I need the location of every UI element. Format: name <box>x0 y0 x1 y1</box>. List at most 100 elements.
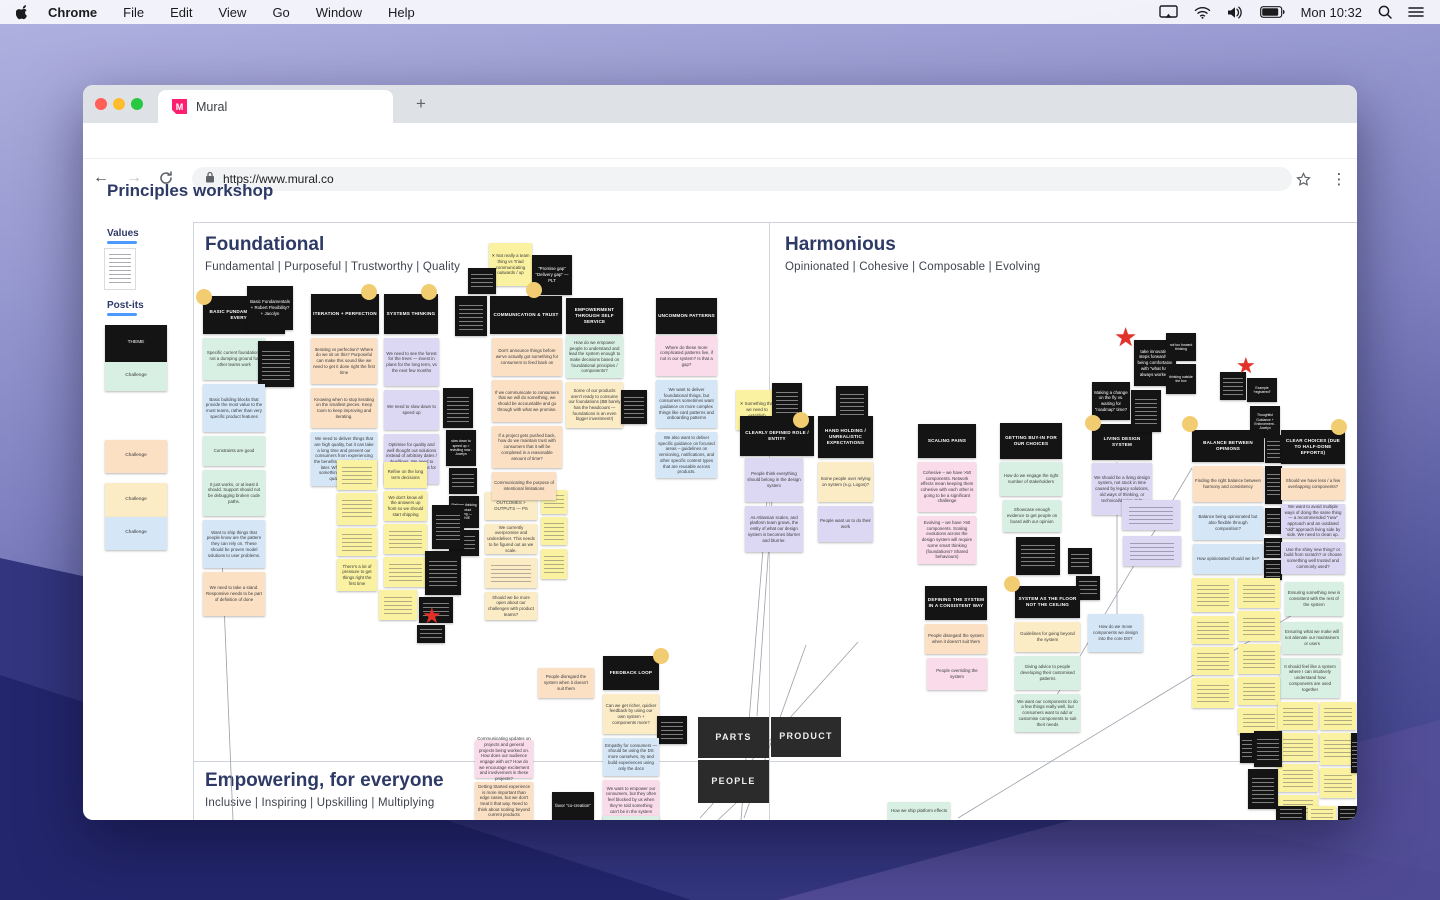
theme-note[interactable]: COMMUNICATION & TRUST <box>490 296 562 334</box>
sticky-note[interactable] <box>384 524 427 554</box>
sticky-note[interactable] <box>603 816 659 820</box>
sticky-note[interactable]: How do we engage the right number of sta… <box>1000 462 1062 496</box>
sticky-note[interactable] <box>1338 806 1357 820</box>
sticky-note[interactable]: Balance being opinionated but also flexi… <box>1193 506 1263 540</box>
postit-template-theme[interactable]: THEME <box>105 325 167 362</box>
sticky-note[interactable]: Showcase enough evidence to get people o… <box>1003 500 1061 532</box>
sticky-note[interactable]: favor “co-creation” <box>552 792 594 820</box>
sticky-note[interactable] <box>621 390 647 424</box>
sticky-note[interactable]: Don't announce things before we've actua… <box>492 338 562 376</box>
amber-dot-marker[interactable] <box>361 284 377 300</box>
sticky-note[interactable] <box>541 549 567 579</box>
sticky-note[interactable] <box>443 388 473 428</box>
sticky-note[interactable]: slow down to speed up > revisiting now -… <box>446 430 476 466</box>
volume-icon[interactable] <box>1227 6 1244 19</box>
sticky-note[interactable]: There's a lot of pressure to get things … <box>337 559 377 591</box>
sticky-note[interactable]: We want our components to do a few thing… <box>1015 694 1080 732</box>
sticky-note[interactable] <box>468 268 496 294</box>
sticky-note[interactable] <box>1278 733 1318 761</box>
sticky-note[interactable] <box>1238 611 1280 641</box>
amber-dot-marker[interactable] <box>421 284 437 300</box>
sticky-note[interactable] <box>425 551 461 595</box>
sticky-note[interactable]: Giving advice to people developing their… <box>1015 656 1080 690</box>
theme-note[interactable]: HAND HOLDING / UNREALISTIC EXPECTATIONS <box>818 416 873 458</box>
sticky-note[interactable]: Iterating vs perfection? Where do we sit… <box>311 338 377 384</box>
sticky-note[interactable] <box>1131 390 1161 432</box>
sticky-note[interactable]: If we communicate to consumers that we w… <box>492 380 562 422</box>
sticky-note[interactable]: Example “registered” <box>1247 378 1277 402</box>
sticky-note[interactable]: People want us to do their work <box>818 506 873 542</box>
sticky-note[interactable]: Guidelines for going beyond the system <box>1015 622 1080 652</box>
sticky-note[interactable] <box>1265 508 1282 534</box>
sticky-note[interactable] <box>1238 644 1280 674</box>
sticky-note[interactable] <box>337 528 377 556</box>
sticky-note[interactable] <box>1265 466 1282 504</box>
sticky-note[interactable]: Evolving – we have >50 components. Scali… <box>918 516 976 564</box>
sticky-note[interactable] <box>1240 733 1254 763</box>
sticky-note[interactable] <box>1278 764 1318 792</box>
sticky-note[interactable]: If a project gets pushed back, how do we… <box>492 426 562 468</box>
sticky-note[interactable] <box>1238 677 1280 705</box>
sticky-note[interactable]: As Atlassian scales, and platform team g… <box>745 506 803 552</box>
sticky-note[interactable] <box>1068 548 1092 574</box>
amber-dot-marker[interactable] <box>793 412 809 428</box>
sticky-note[interactable]: Knowing when to stop iterating on the sm… <box>311 388 377 428</box>
category-box-parts[interactable]: PARTS <box>698 717 769 758</box>
menu-go[interactable]: Go <box>272 5 289 20</box>
sticky-note[interactable] <box>455 296 487 336</box>
sticky-note[interactable] <box>1265 435 1282 463</box>
menu-help[interactable]: Help <box>388 5 415 20</box>
sticky-note[interactable]: Communicating the purpose of intentional… <box>492 472 556 500</box>
sticky-note[interactable]: Refine on the long term decisions <box>384 462 427 488</box>
sticky-note[interactable]: Some of our products aren't ready to con… <box>566 382 623 428</box>
sticky-note[interactable] <box>657 716 687 744</box>
sticky-note[interactable]: How opinionated should we be? <box>1193 544 1263 574</box>
postit-template-challenge[interactable]: Challenge <box>105 362 167 391</box>
sticky-note[interactable]: Some people over relying on system (e.g.… <box>818 462 873 502</box>
menu-edit[interactable]: Edit <box>170 5 192 20</box>
sticky-note[interactable]: Can we get richer, quicker feedback by u… <box>603 694 659 734</box>
theme-note[interactable]: DEFINING THE SYSTEM IN A CONSISTENT WAY <box>925 586 987 620</box>
sticky-note[interactable]: We also want to deliver specific guidanc… <box>656 432 717 478</box>
active-app-name[interactable]: Chrome <box>48 5 97 20</box>
sticky-note[interactable] <box>1192 678 1234 708</box>
sticky-note[interactable] <box>1351 733 1357 773</box>
sticky-note[interactable]: We need to see the forest for the trees … <box>384 338 439 386</box>
sticky-note[interactable] <box>485 558 537 588</box>
screen-mirroring-icon[interactable] <box>1159 5 1178 19</box>
theme-note[interactable]: SYSTEMS THINKING <box>384 294 438 334</box>
postit-template-challenge[interactable]: Challenge <box>105 517 167 550</box>
sticky-note[interactable]: Use the shiny new thing? or build from s… <box>1281 542 1345 574</box>
sticky-note[interactable]: We need to take a stand. Responsive need… <box>203 572 265 616</box>
amber-dot-marker[interactable] <box>196 289 212 305</box>
sticky-note[interactable]: It should feel like a system where I can… <box>1280 658 1340 698</box>
sticky-note[interactable] <box>1238 578 1280 608</box>
sticky-note[interactable] <box>1192 647 1234 675</box>
sticky-note[interactable]: thinking outside the box <box>1166 364 1196 394</box>
sticky-note[interactable] <box>1192 578 1234 612</box>
sticky-note[interactable]: We want to deliver foundational things, … <box>656 380 717 428</box>
red-star-marker[interactable]: ★ <box>1114 324 1137 350</box>
red-star-marker[interactable]: ★ <box>1236 355 1256 377</box>
theme-note[interactable]: EMPOWERMENT THROUGH SELF SERVICE <box>566 298 623 334</box>
sticky-note[interactable] <box>1192 616 1234 644</box>
sticky-note[interactable]: Want to ship things that people know are… <box>203 520 265 568</box>
sticky-note[interactable]: People overriding the system <box>927 658 987 690</box>
theme-note[interactable]: FEEDBACK LOOP <box>603 656 659 690</box>
sticky-note[interactable]: Making a change on the fly vs. waiting f… <box>1092 382 1130 420</box>
theme-note[interactable]: BALANCE BETWEEN OPINIONS <box>1192 430 1264 462</box>
sticky-note[interactable]: People disregard the system when it does… <box>538 668 594 698</box>
sticky-note[interactable] <box>541 517 567 545</box>
sticky-note[interactable]: Specific current foundations not a dumpi… <box>203 338 265 380</box>
sticky-note[interactable] <box>337 493 377 525</box>
sticky-note[interactable] <box>1254 731 1282 767</box>
amber-dot-marker[interactable] <box>653 648 669 664</box>
amber-dot-marker[interactable] <box>1331 419 1347 435</box>
sticky-note[interactable] <box>1016 537 1060 575</box>
sticky-note[interactable]: We currently overpromise and underdelive… <box>485 524 537 554</box>
sticky-note[interactable]: Where do these more complicated patterns… <box>656 336 717 376</box>
sticky-note[interactable]: We want to empower our consumers, but th… <box>603 780 659 820</box>
sticky-note[interactable]: We don't know all the answers up front s… <box>384 491 427 521</box>
theme-note[interactable]: SYSTEM AS THE FLOOR NOT THE CEILING <box>1015 586 1080 618</box>
sticky-note[interactable] <box>1278 702 1318 730</box>
